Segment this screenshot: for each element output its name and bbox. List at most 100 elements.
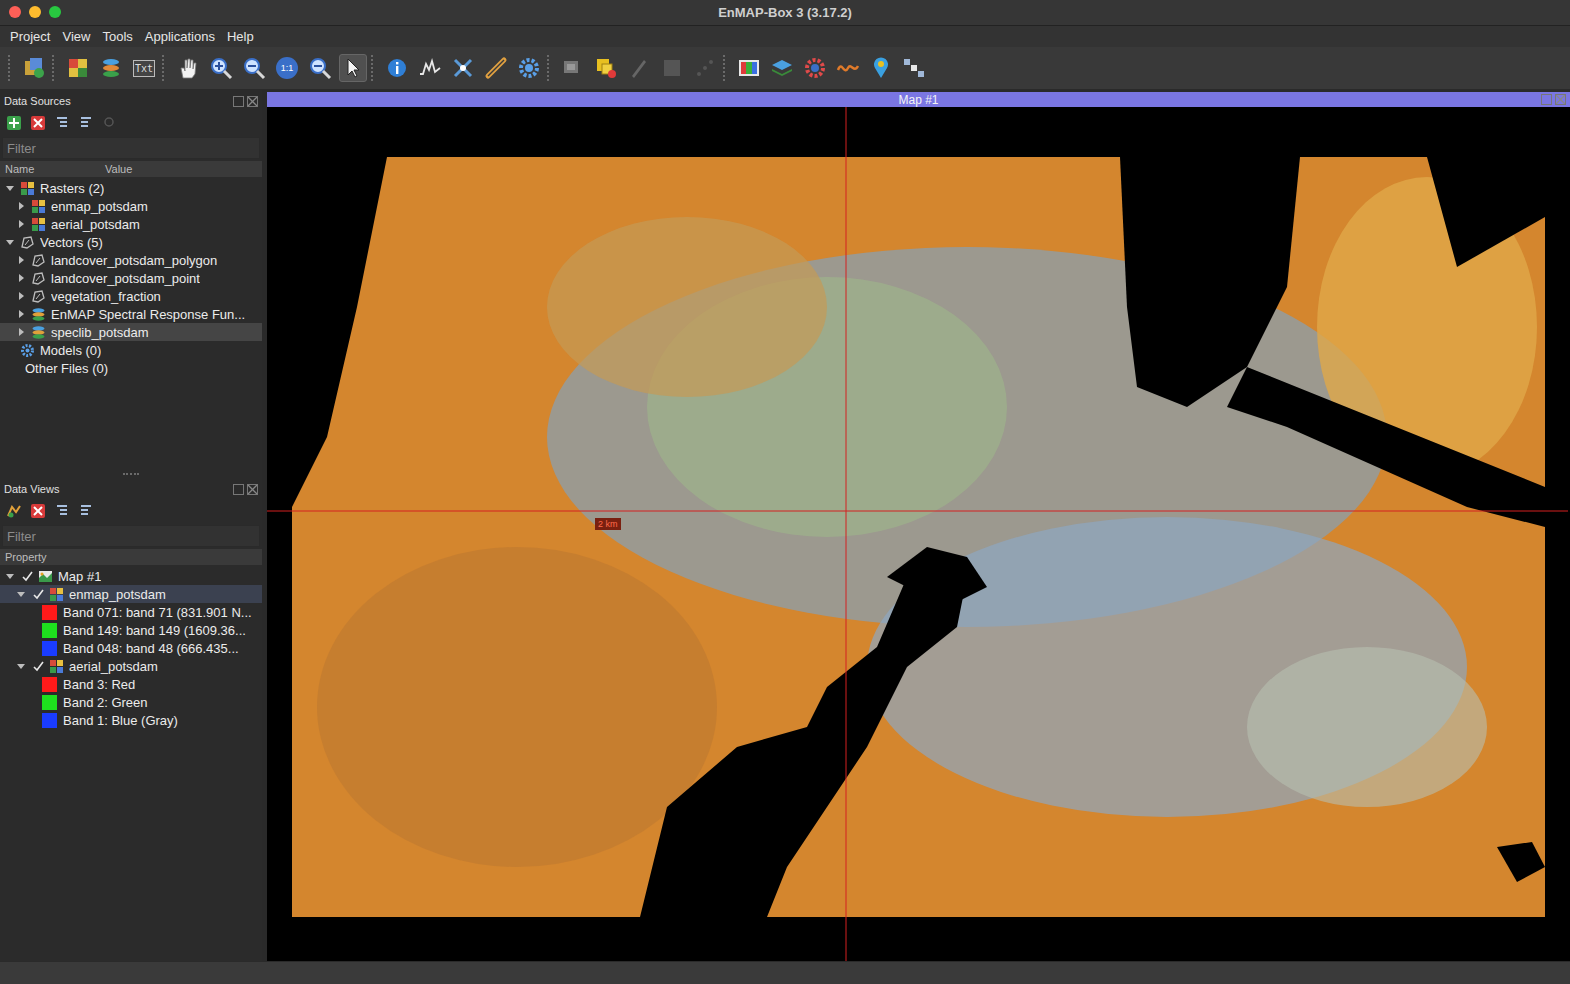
expander[interactable] <box>4 182 16 194</box>
edit-button[interactable] <box>625 54 653 82</box>
zoom-out-icon[interactable] <box>242 56 266 80</box>
visibility-checkbox[interactable] <box>31 587 45 601</box>
tree-item[interactable]: landcover_potsdam_polygon <box>0 251 262 269</box>
band-node[interactable]: Band 048: band 48 (666.435... <box>0 639 262 657</box>
float-icon[interactable] <box>233 96 244 107</box>
layer-node[interactable]: enmap_potsdam <box>0 585 262 603</box>
band-node[interactable]: Band 071: band 71 (831.901 N... <box>0 603 262 621</box>
expand-icon[interactable] <box>54 115 70 131</box>
location-button[interactable] <box>867 54 895 82</box>
digitize-icon[interactable] <box>660 56 684 80</box>
band-node[interactable]: Band 1: Blue (Gray) <box>0 711 262 729</box>
spectral-profile-button[interactable] <box>416 54 444 82</box>
expander[interactable] <box>15 660 27 672</box>
add-data-icon[interactable] <box>22 56 46 80</box>
visibility-checkbox[interactable] <box>20 569 34 583</box>
splitter[interactable] <box>0 470 262 478</box>
expander[interactable] <box>15 308 27 320</box>
collapse-icon[interactable] <box>78 115 94 131</box>
tree-item[interactable]: aerial_potsdam <box>0 215 262 233</box>
satellite-button[interactable] <box>900 54 928 82</box>
zoom-native-button[interactable]: 1:1 <box>273 54 301 82</box>
location-icon[interactable] <box>869 56 893 80</box>
band-node[interactable]: Band 3: Red <box>0 675 262 693</box>
raster-image[interactable] <box>267 107 1568 961</box>
expander[interactable] <box>15 588 27 600</box>
expander[interactable] <box>15 290 27 302</box>
remove-icon[interactable] <box>30 115 46 131</box>
select-features-icon[interactable] <box>561 56 585 80</box>
close-icon[interactable] <box>247 484 258 495</box>
tree-group[interactable]: Rasters (2) <box>0 179 262 197</box>
identify-button[interactable] <box>383 54 411 82</box>
tree-item[interactable]: speclib_potsdam <box>0 323 262 341</box>
column-name[interactable]: Name <box>0 163 100 175</box>
expander[interactable] <box>15 254 27 266</box>
select-cursor-icon[interactable] <box>341 56 365 80</box>
float-icon[interactable] <box>1541 94 1552 105</box>
menu-item[interactable]: Project <box>4 29 56 44</box>
close-icon[interactable] <box>247 96 258 107</box>
link-button[interactable] <box>482 54 510 82</box>
link-icon[interactable] <box>484 56 508 80</box>
map-canvas[interactable]: 2 km <box>267 107 1570 961</box>
tree-group[interactable]: Models (0) <box>0 341 262 359</box>
expander[interactable] <box>15 326 27 338</box>
close-icon[interactable] <box>1555 94 1566 105</box>
pan-button[interactable] <box>174 54 202 82</box>
band-node[interactable]: Band 149: band 149 (1609.36... <box>0 621 262 639</box>
processing-icon[interactable] <box>803 56 827 80</box>
processing-button[interactable] <box>801 54 829 82</box>
add-raster-icon[interactable] <box>66 56 90 80</box>
tree-item[interactable]: EnMAP Spectral Response Fun... <box>0 305 262 323</box>
expander[interactable] <box>4 570 16 582</box>
settings-button[interactable] <box>515 54 543 82</box>
expander[interactable] <box>15 272 27 284</box>
zoom-full-icon[interactable] <box>308 56 332 80</box>
tree-group[interactable]: Other Files (0) <box>0 359 262 377</box>
expander[interactable] <box>15 218 27 230</box>
edit-icon[interactable] <box>627 56 651 80</box>
deselect-button[interactable] <box>592 54 620 82</box>
menu-item[interactable]: Applications <box>139 29 221 44</box>
menu-item[interactable]: Tools <box>96 29 138 44</box>
layers-icon[interactable] <box>770 56 794 80</box>
identify-icon[interactable] <box>385 56 409 80</box>
zoom-button[interactable] <box>49 6 61 18</box>
remove-icon[interactable] <box>30 503 46 519</box>
text-button[interactable]: Txt <box>130 54 158 82</box>
digitize-button[interactable] <box>658 54 686 82</box>
zoom-out-button[interactable] <box>240 54 268 82</box>
vertex-button[interactable] <box>691 54 719 82</box>
band-node[interactable]: Band 2: Green <box>0 693 262 711</box>
column-property[interactable]: Property <box>0 551 47 563</box>
tree-group[interactable]: Vectors (5) <box>0 233 262 251</box>
vertex-icon[interactable] <box>693 56 717 80</box>
zoom-in-icon[interactable] <box>209 56 233 80</box>
text-icon[interactable]: Txt <box>133 60 155 77</box>
menu-item[interactable]: View <box>56 29 96 44</box>
layer-node[interactable]: aerial_potsdam <box>0 657 262 675</box>
map-node[interactable]: Map #1 <box>0 567 262 585</box>
zoom-native-icon[interactable]: 1:1 <box>276 57 298 79</box>
close-button[interactable] <box>9 6 21 18</box>
float-icon[interactable] <box>233 484 244 495</box>
tree-item[interactable]: vegetation_fraction <box>0 287 262 305</box>
menu-item[interactable]: Help <box>221 29 260 44</box>
zoom-full-button[interactable] <box>306 54 334 82</box>
spectral-icon[interactable] <box>836 56 860 80</box>
select-features-button[interactable] <box>559 54 587 82</box>
settings-icon[interactable] <box>517 56 541 80</box>
expand-icon[interactable] <box>54 503 70 519</box>
select-cursor-button[interactable] <box>339 54 367 82</box>
add-data-button[interactable] <box>20 54 48 82</box>
add-raster-button[interactable] <box>64 54 92 82</box>
cursor-location-icon[interactable] <box>451 56 475 80</box>
expander[interactable] <box>4 236 16 248</box>
zoom-in-button[interactable] <box>207 54 235 82</box>
add-speclib-button[interactable] <box>97 54 125 82</box>
column-value[interactable]: Value <box>100 163 132 175</box>
add-speclib-icon[interactable] <box>99 56 123 80</box>
minimize-button[interactable] <box>29 6 41 18</box>
spectral-profile-icon[interactable] <box>418 56 442 80</box>
